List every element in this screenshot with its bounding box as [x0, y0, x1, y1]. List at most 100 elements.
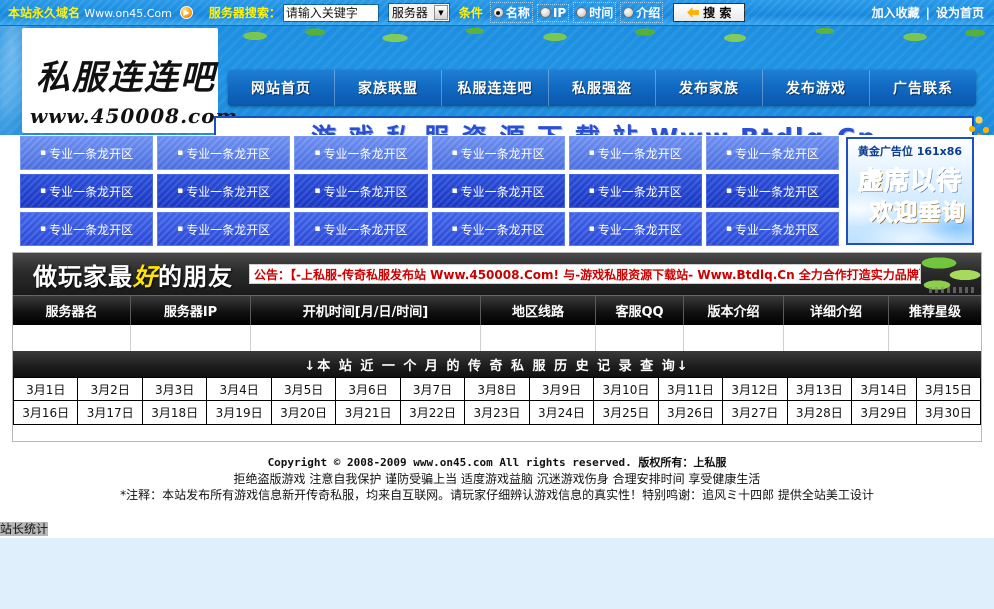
bullet-icon: ▪: [177, 224, 184, 234]
date-cell[interactable]: 3月13日: [787, 377, 853, 401]
date-cell[interactable]: 3月22日: [400, 401, 466, 425]
ad-cell-label: 专业一条龙开区: [734, 222, 819, 237]
col-header-region-line[interactable]: 地区线路: [481, 296, 596, 325]
date-cell[interactable]: 3月11日: [658, 377, 724, 401]
date-cell[interactable]: 3月24日: [529, 401, 595, 425]
date-cell[interactable]: 3月10日: [594, 377, 659, 401]
date-cell[interactable]: 3月8日: [465, 377, 530, 401]
notice-bar: 做玩家最好的朋友 公告：【-上私服-传奇私服发布站 Www.450008.Com…: [13, 253, 981, 295]
date-cell[interactable]: 3月4日: [207, 377, 272, 401]
date-cell[interactable]: 3月6日: [336, 377, 401, 401]
date-cell[interactable]: 3月12日: [723, 377, 788, 401]
ad-cell[interactable]: ▪ 专业一条龙开区: [705, 136, 839, 170]
date-cell[interactable]: 3月15日: [916, 377, 981, 401]
slogan-part-1: 做玩家最: [33, 262, 133, 291]
ad-cell[interactable]: ▪ 专业一条龙开区: [568, 212, 702, 246]
add-favorite-link[interactable]: 加入收藏: [872, 4, 920, 21]
announcement-marquee[interactable]: 公告：【-上私服-传奇私服发布站 Www.450008.Com! 与-游戏私服资…: [249, 264, 921, 284]
date-cell[interactable]: 3月9日: [529, 377, 595, 401]
radio-option-time[interactable]: 时间: [573, 2, 617, 23]
footer-note: *注释：本站发布所有游戏信息新开传奇私服，均来自互联网。请玩家仔细辨认游戏信息的…: [120, 488, 874, 502]
ad-cell[interactable]: ▪ 专业一条龙开区: [705, 212, 839, 246]
col-header-server-ip[interactable]: 服务器IP: [131, 296, 251, 325]
ad-cell[interactable]: ▪ 专业一条龙开区: [568, 174, 702, 208]
ad-cell-label: 专业一条龙开区: [734, 146, 819, 161]
date-cell[interactable]: 3月5日: [271, 377, 337, 401]
ad-cell[interactable]: ▪ 专业一条龙开区: [568, 136, 702, 170]
gold-ad-banner[interactable]: 黄金广告位 161x86 虚席以待 欢迎垂询: [846, 137, 974, 245]
col-header-server-name[interactable]: 服务器名: [13, 296, 131, 325]
nav-item-ad-contact[interactable]: 广告联系: [870, 70, 976, 106]
search-scope-select[interactable]: 服务器 ▼: [387, 3, 450, 22]
date-cell[interactable]: 3月2日: [78, 377, 143, 401]
date-cell[interactable]: 3月28日: [787, 401, 853, 425]
col-header-detail-intro[interactable]: 详细介绍: [784, 296, 889, 325]
advertisement-section: ▪ 专业一条龙开区 ▪ 专业一条龙开区 ▪ 专业一条龙开区 ▪ 专业一条龙开区 ▪ 专业一…: [20, 136, 974, 246]
ad-cell[interactable]: ▪ 专业一条龙开区: [157, 174, 291, 208]
ad-cell[interactable]: ▪ 专业一条龙开区: [294, 136, 428, 170]
announcement-text: 公告：【-上私服-传奇私服发布站 Www.450008.Com! 与-游戏私服资…: [254, 267, 921, 282]
bottom-background-fill: [0, 538, 994, 609]
empty-cell: [596, 325, 684, 351]
col-header-star-rating[interactable]: 推荐星级: [889, 296, 981, 325]
search-input[interactable]: [282, 3, 379, 22]
search-button[interactable]: 搜 索: [673, 3, 746, 22]
date-cell[interactable]: 3月21日: [336, 401, 401, 425]
radio-option-name[interactable]: 名称: [489, 2, 533, 23]
radio-label-name: 名称: [505, 6, 530, 20]
ad-banner-line1-rest: 席以待: [883, 166, 963, 196]
date-cell[interactable]: 3月17日: [78, 401, 143, 425]
date-cell[interactable]: 3月16日: [14, 401, 79, 425]
date-cell[interactable]: 3月19日: [207, 401, 272, 425]
date-cell[interactable]: 3月14日: [852, 377, 917, 401]
nav-item-home[interactable]: 网站首页: [228, 70, 335, 106]
site-logo[interactable]: 私服连连吧 www.450008.com: [22, 28, 237, 133]
ad-cell[interactable]: ▪ 专业一条龙开区: [294, 212, 428, 246]
date-cell[interactable]: 3月1日: [14, 377, 79, 401]
ad-cell[interactable]: ▪ 专业一条龙开区: [157, 136, 291, 170]
nav-item-family-alliance[interactable]: 家族联盟: [335, 70, 442, 106]
col-header-service-qq[interactable]: 客服QQ: [596, 296, 684, 325]
ad-cell[interactable]: ▪ 专业一条龙开区: [20, 212, 154, 246]
date-cell[interactable]: 3月7日: [400, 377, 466, 401]
nav-item-sifu-qiangdao[interactable]: 私服强盗: [549, 70, 656, 106]
ad-cell[interactable]: ▪ 专业一条龙开区: [20, 136, 154, 170]
ad-cell[interactable]: ▪ 专业一条龙开区: [157, 212, 291, 246]
nav-item-sifu-lianlianba[interactable]: 私服连连吧: [442, 70, 549, 106]
nav-item-publish-game[interactable]: 发布游戏: [763, 70, 870, 106]
radio-dot-icon: [492, 7, 504, 18]
back-arrow-icon: [687, 7, 700, 18]
date-cell[interactable]: 3月29日: [852, 401, 917, 425]
date-cell[interactable]: 3月25日: [594, 401, 659, 425]
radio-option-intro[interactable]: 介绍: [620, 2, 664, 23]
ad-cell[interactable]: ▪ 专业一条龙开区: [294, 174, 428, 208]
slogan-part-2: 的朋友: [158, 262, 233, 291]
date-cell[interactable]: 3月23日: [465, 401, 530, 425]
site-banner[interactable]: 游 戏 私 服 资 源 下 载 站 Www.Btdlq.Cn: [214, 116, 974, 135]
empty-cell: [251, 325, 481, 351]
ad-cell[interactable]: ▪ 专业一条龙开区: [705, 174, 839, 208]
col-header-open-time[interactable]: 开机时间[月/日/时间]: [251, 296, 481, 325]
empty-cell: [13, 325, 131, 351]
date-cell[interactable]: 3月18日: [142, 401, 208, 425]
date-cell[interactable]: 3月20日: [271, 401, 337, 425]
footer-copyright: Copyright © 2008-2009 www.on45.com All r…: [267, 456, 727, 469]
bullet-icon: ▪: [451, 186, 458, 196]
ad-cell-label: 专业一条龙开区: [597, 222, 682, 237]
col-header-version-intro[interactable]: 版本介绍: [684, 296, 784, 325]
ad-cell[interactable]: ▪ 专业一条龙开区: [431, 212, 565, 246]
nav-item-publish-family[interactable]: 发布家族: [656, 70, 763, 106]
bullet-icon: ▪: [725, 186, 732, 196]
ad-cell[interactable]: ▪ 专业一条龙开区: [20, 174, 154, 208]
server-table-body-empty: [13, 325, 981, 351]
slogan-highlight: 好: [133, 262, 158, 291]
dotted-decoration: [929, 287, 975, 293]
radio-option-ip[interactable]: IP: [536, 3, 570, 22]
date-cell[interactable]: 3月26日: [658, 401, 724, 425]
date-cell[interactable]: 3月30日: [916, 401, 981, 425]
ad-cell[interactable]: ▪ 专业一条龙开区: [431, 174, 565, 208]
date-cell[interactable]: 3月3日: [142, 377, 208, 401]
date-cell[interactable]: 3月27日: [723, 401, 788, 425]
set-homepage-link[interactable]: 设为首页: [936, 4, 984, 21]
ad-cell[interactable]: ▪ 专业一条龙开区: [431, 136, 565, 170]
